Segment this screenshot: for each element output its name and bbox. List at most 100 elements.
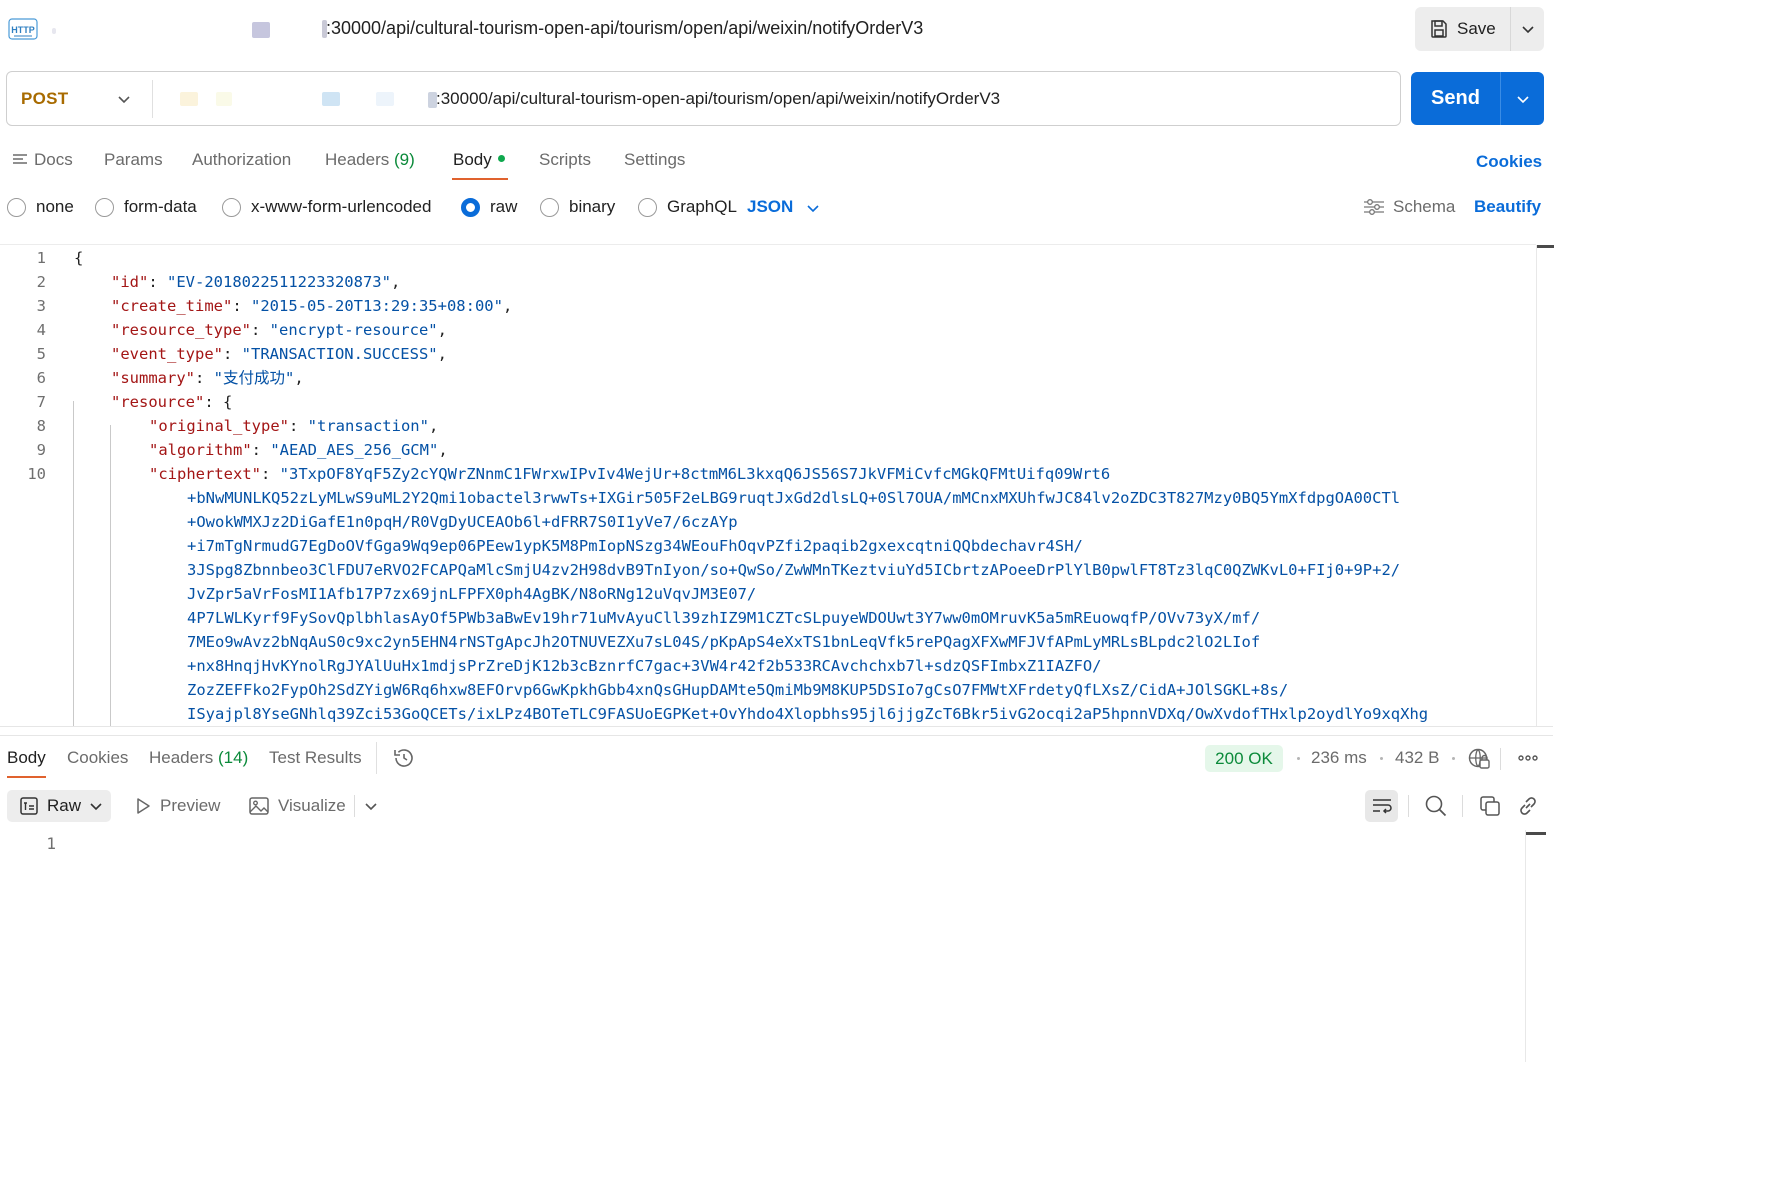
response-time[interactable]: 236 ms — [1311, 748, 1367, 768]
method-select[interactable]: POST — [21, 89, 69, 109]
json-key: "resource" — [111, 393, 205, 411]
tab-headers[interactable]: Headers (9) — [325, 150, 415, 170]
response-tab-headers[interactable]: Headers (14) — [149, 748, 248, 768]
json-value: "3TxpOF8YqF5Zy2cYQWrZNnmC1FWrxwIPvIv4Wej… — [279, 465, 1111, 483]
response-tab-body[interactable]: Body — [7, 748, 46, 768]
redacted-text — [252, 22, 270, 38]
json-value-wrap: +nx8HnqjHvKYnolRgJYAlUuHx1mdjsPrZreDjK12… — [187, 657, 1102, 675]
view-mode-label: Raw — [47, 796, 82, 815]
json-value-wrap: ISyajpl8YseGNhlq39Zci53GoQCETs/ixLPz4BOT… — [187, 705, 1429, 723]
beautify-button[interactable]: Beautify — [1474, 197, 1541, 217]
radio-urlencoded-label[interactable]: x-www-form-urlencoded — [251, 197, 431, 217]
cookies-link[interactable]: Cookies — [1476, 152, 1542, 172]
chevron-down-icon — [89, 799, 103, 813]
redacted-text — [376, 92, 394, 106]
json-value-wrap: +bNwMUNLKQ52zLyMLwS9uML2Y2Qmi1obactel3rw… — [187, 489, 1401, 507]
url-divider — [152, 80, 153, 118]
tab-body-label: Body — [453, 150, 492, 169]
json-key: "create_time" — [111, 297, 233, 315]
visualize-button[interactable]: Visualize — [249, 796, 346, 816]
send-options-chevron-down-icon[interactable] — [1501, 72, 1544, 125]
url-input[interactable]: :30000/api/cultural-tourism-open-api/tou… — [436, 89, 1000, 109]
json-value: "transaction" — [307, 417, 429, 435]
radio-form-data[interactable] — [95, 198, 114, 217]
tab-headers-count: (9) — [394, 150, 415, 169]
line-number: 1 — [36, 249, 46, 267]
tab-authorization[interactable]: Authorization — [192, 150, 291, 170]
link-icon[interactable] — [1517, 795, 1539, 817]
request-body-editor[interactable]: 1{ 2 "id": "EV-2018022511223320873", 3 "cr… — [0, 245, 1536, 726]
http-icon: HTTP — [6, 12, 40, 46]
copy-icon[interactable] — [1479, 795, 1501, 817]
json-key: "resource_type" — [111, 321, 251, 339]
request-name-title[interactable]: :30000/api/cultural-tourism-open-api/tou… — [326, 18, 923, 39]
divider — [354, 795, 355, 817]
pane-splitter[interactable] — [0, 735, 1553, 736]
redacted-text — [52, 28, 56, 34]
globe-lock-icon[interactable] — [1467, 747, 1491, 771]
raw-text-icon — [19, 796, 39, 816]
line-number: 4 — [36, 321, 46, 339]
radio-graphql-label[interactable]: GraphQL — [667, 197, 737, 217]
active-tab-indicator — [7, 776, 46, 778]
json-value: "encrypt-resource" — [269, 321, 438, 339]
editor-border — [0, 726, 1553, 727]
redacted-text — [216, 92, 232, 106]
preview-button[interactable]: Preview — [135, 796, 220, 816]
response-tab-test-results[interactable]: Test Results — [269, 748, 362, 768]
response-tab-cookies[interactable]: Cookies — [67, 748, 128, 768]
line-number: 9 — [36, 441, 46, 459]
save-button-group: Save — [1415, 7, 1544, 51]
radio-raw[interactable] — [461, 198, 480, 217]
response-scrollbar[interactable] — [1525, 830, 1546, 1062]
preview-label: Preview — [160, 796, 221, 815]
json-value-wrap: +OwokWMXJz2DiGafE1n0pqH/R0VgDyUCEAOb6l+d… — [187, 513, 738, 531]
json-value: "AEAD_AES_256_GCM" — [270, 441, 439, 459]
tab-scripts[interactable]: Scripts — [539, 150, 591, 170]
schema-button[interactable]: Schema — [1363, 197, 1455, 217]
radio-graphql[interactable] — [638, 198, 657, 217]
method-chevron-down-icon[interactable] — [117, 92, 131, 106]
line-number: 1 — [46, 834, 56, 853]
view-mode-select[interactable]: Raw — [7, 790, 111, 822]
scrollbar-thumb[interactable] — [1526, 832, 1546, 835]
editor-scrollbar[interactable] — [1536, 245, 1554, 726]
tab-body[interactable]: Body — [453, 150, 505, 170]
radio-raw-label[interactable]: raw — [490, 197, 517, 217]
radio-binary-label[interactable]: binary — [569, 197, 615, 217]
json-value-wrap: JvZpr5aVrFosMI1Afb17P7zx69jnLFPFX0ph4AgB… — [187, 585, 757, 603]
line-number: 10 — [27, 465, 46, 483]
more-dots-icon[interactable] — [1517, 748, 1539, 768]
radio-none[interactable] — [7, 198, 26, 217]
line-number: 3 — [36, 297, 46, 315]
scrollbar-thumb[interactable] — [1537, 245, 1554, 248]
json-value-wrap: 3JSpg8Zbnnbeo3ClFDU7eRVO2FCAPQaMlcSmjU4z… — [187, 561, 1401, 579]
tab-params[interactable]: Params — [104, 150, 163, 170]
radio-none-label[interactable]: none — [36, 197, 74, 217]
visualize-options-chevron-down-icon[interactable] — [364, 799, 378, 813]
save-button[interactable]: Save — [1415, 7, 1511, 51]
radio-form-data-label[interactable]: form-data — [124, 197, 197, 217]
response-size[interactable]: 432 B — [1395, 748, 1439, 768]
word-wrap-icon[interactable] — [1365, 790, 1398, 822]
radio-urlencoded[interactable] — [222, 198, 241, 217]
history-icon[interactable] — [392, 746, 416, 770]
format-chevron-down-icon[interactable] — [806, 201, 820, 215]
divider — [376, 742, 377, 774]
separator-dot — [1452, 757, 1455, 760]
tab-docs[interactable]: Docs — [12, 150, 73, 170]
separator-dot — [1297, 757, 1300, 760]
json-value: "2015-05-20T13:29:35+08:00" — [251, 297, 503, 315]
format-select[interactable]: JSON — [747, 197, 793, 217]
search-icon[interactable] — [1424, 794, 1448, 818]
send-button-group: Send — [1411, 72, 1544, 125]
radio-binary[interactable] — [540, 198, 559, 217]
json-key: "event_type" — [111, 345, 223, 363]
status-badge[interactable]: 200 OK — [1205, 745, 1283, 772]
send-button[interactable]: Send — [1411, 72, 1501, 125]
tab-settings[interactable]: Settings — [624, 150, 685, 170]
save-options-chevron-down-icon[interactable] — [1511, 7, 1544, 51]
divider — [1408, 795, 1409, 817]
code-brace: { — [223, 393, 233, 411]
response-tab-headers-label: Headers — [149, 748, 214, 767]
